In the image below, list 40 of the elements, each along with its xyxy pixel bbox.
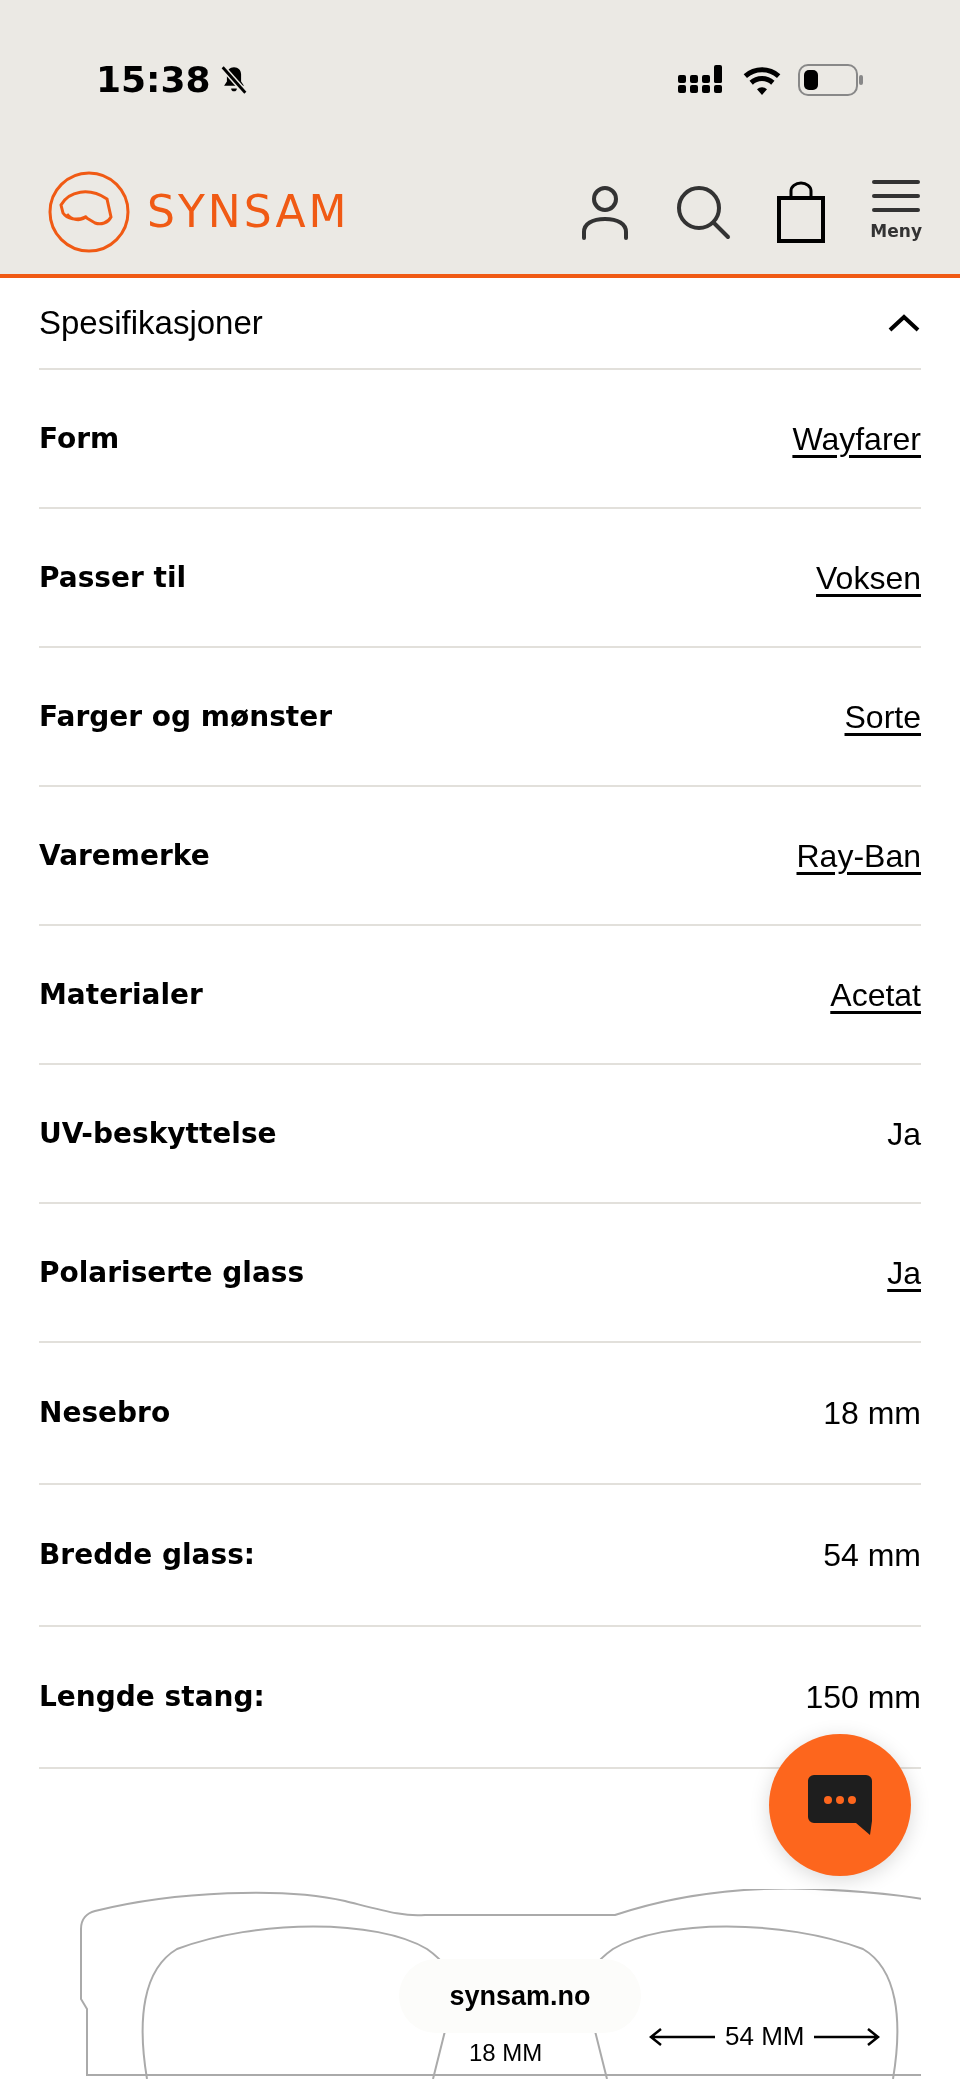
spec-value-link[interactable]: Sorte <box>844 692 921 741</box>
search-icon <box>674 183 733 241</box>
spec-label: Passer til <box>39 559 187 596</box>
spec-value-link[interactable]: Ja <box>887 1248 921 1297</box>
spec-value: 54 mm <box>823 1536 921 1575</box>
person-icon <box>580 184 631 240</box>
spec-label: Polariserte glass <box>39 1254 305 1291</box>
spec-value-link[interactable]: Acetat <box>830 970 921 1019</box>
battery-icon <box>798 64 864 96</box>
spec-value-link[interactable]: Voksen <box>816 553 921 602</box>
url-pill[interactable]: synsam.no <box>399 1959 641 2033</box>
chat-bubble-icon <box>806 1773 874 1837</box>
spec-label: Materialer <box>39 976 203 1013</box>
logo-text: SYNSAM <box>147 185 350 239</box>
spec-label: Varemerke <box>39 837 210 874</box>
spec-value-link[interactable]: Ray-Ban <box>796 831 921 880</box>
spec-value: 150 mm <box>805 1678 921 1717</box>
logo-icon <box>47 170 131 254</box>
spec-label: Nesebro <box>39 1395 171 1431</box>
spec-label: Lengde stang: <box>39 1679 265 1715</box>
spec-value: 18 mm <box>823 1394 921 1433</box>
bridge-width-label: 18 MM <box>469 2038 543 2068</box>
spec-label: Farger og mønster <box>39 698 332 735</box>
search-button[interactable] <box>674 183 733 241</box>
section-header[interactable]: Spesifikasjoner <box>39 278 921 370</box>
left-arrow-icon <box>649 2026 715 2047</box>
spec-label: Form <box>39 420 120 457</box>
lens-width-label: 54 MM <box>725 2020 805 2053</box>
spec-label: Bredde glass: <box>39 1537 256 1573</box>
cart-button[interactable] <box>776 181 827 243</box>
spec-value: Ja <box>887 1114 921 1154</box>
wifi-icon <box>742 65 782 95</box>
chevron-up-icon <box>887 313 921 333</box>
right-arrow-icon <box>814 2026 881 2047</box>
spec-value-link[interactable]: Wayfarer <box>792 414 921 463</box>
spec-label: UV-beskyttelse <box>39 1115 277 1152</box>
menu-button[interactable]: Meny <box>870 179 922 245</box>
account-button[interactable] <box>580 184 631 240</box>
status-time: 15:38 <box>96 58 211 102</box>
shopping-bag-icon <box>776 181 827 243</box>
